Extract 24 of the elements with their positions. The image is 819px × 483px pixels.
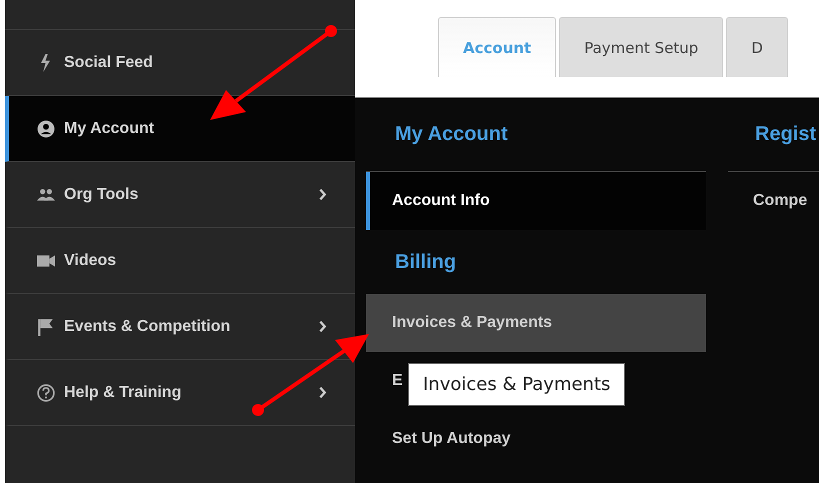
section-heading: Regist [728, 98, 819, 172]
item-label: Videos [64, 252, 116, 270]
chevron-right-icon [318, 386, 327, 399]
chevron-right-icon [318, 320, 327, 333]
section-heading: Billing [394, 250, 458, 274]
item-label: Help & Training [64, 384, 182, 402]
sidebar-item[interactable]: My Account [5, 96, 355, 162]
item-label: Social Feed [64, 54, 153, 72]
item-label: Org Tools [64, 186, 138, 204]
menu-item[interactable]: Account Info [366, 172, 706, 230]
bolt-icon [41, 54, 50, 72]
help-icon [37, 384, 55, 402]
chevron-right-icon [318, 188, 327, 201]
item-label: My Account [64, 120, 154, 138]
menu-item[interactable]: Compe [728, 172, 812, 230]
flag-icon [37, 318, 55, 336]
menu-item[interactable]: E [366, 352, 407, 410]
menu-item[interactable]: Set Up Autopay [366, 410, 515, 468]
tab[interactable]: Payment Setup [559, 17, 724, 77]
item-label: Events & Competition [64, 318, 230, 336]
tooltip: Invoices & Payments [408, 363, 626, 406]
menu-item[interactable]: Invoices & Payments [366, 294, 706, 352]
tab[interactable]: D [726, 17, 788, 77]
user-icon [37, 120, 55, 138]
